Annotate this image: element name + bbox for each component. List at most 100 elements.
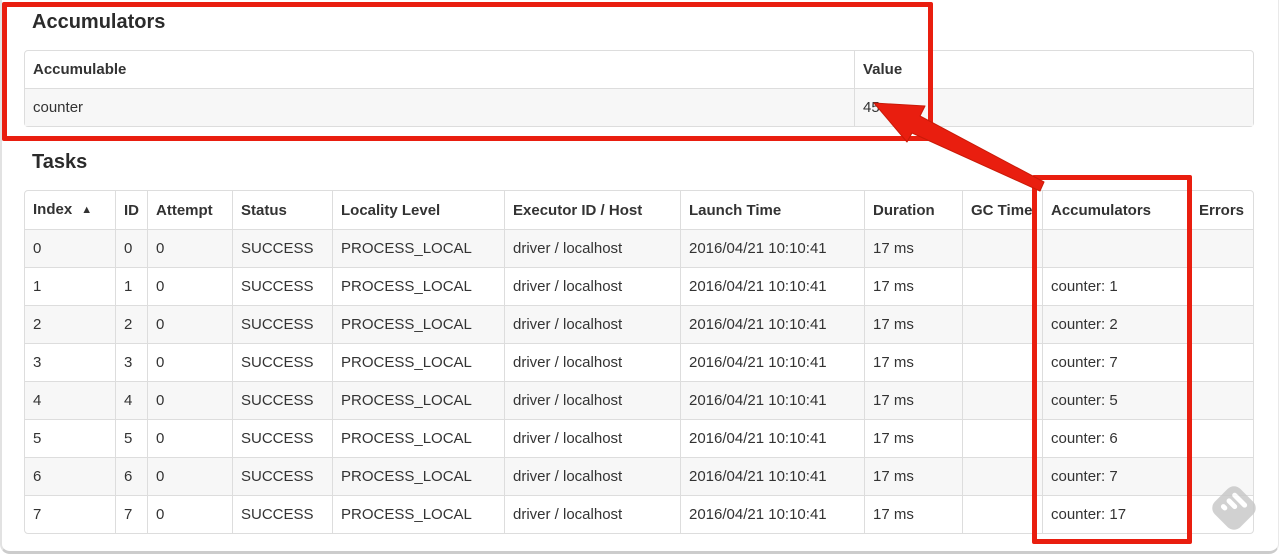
task-cell-gc-time <box>962 343 1042 381</box>
tasks-heading: Tasks <box>32 151 88 173</box>
task-cell-index: 4 <box>25 381 115 419</box>
accumulators-table: Accumulable Value counter 45 <box>24 50 1254 127</box>
task-cell-locality-level: PROCESS_LOCAL <box>332 419 504 457</box>
task-cell-executor-id-host: driver / localhost <box>504 267 680 305</box>
task-cell-launch-time: 2016/04/21 10:10:41 <box>680 495 864 533</box>
accumulator-row: counter 45 <box>25 88 1253 126</box>
task-cell-launch-time: 2016/04/21 10:10:41 <box>680 305 864 343</box>
task-cell-accumulators: counter: 2 <box>1042 305 1190 343</box>
task-cell-status: SUCCESS <box>232 419 332 457</box>
col-header-duration[interactable]: Duration <box>864 191 962 229</box>
value-column-header: Value <box>854 51 1253 88</box>
task-cell-attempt: 0 <box>147 267 232 305</box>
task-cell-duration: 17 ms <box>864 305 962 343</box>
task-cell-launch-time: 2016/04/21 10:10:41 <box>680 267 864 305</box>
task-row: 3 3 0 SUCCESS PROCESS_LOCAL driver / localhos… <box>25 343 1253 381</box>
col-header-index-label: Index <box>33 201 73 218</box>
col-header-executor-id-host[interactable]: Executor ID / Host <box>504 191 680 229</box>
col-header-accumulators[interactable]: Accumulators <box>1042 191 1190 229</box>
task-cell-attempt: 0 <box>147 419 232 457</box>
task-cell-accumulators: counter: 1 <box>1042 267 1190 305</box>
task-cell-gc-time <box>962 457 1042 495</box>
task-row: 0 0 0 SUCCESS PROCESS_LOCAL driver / localhos… <box>25 229 1253 267</box>
task-cell-duration: 17 ms <box>864 229 962 267</box>
task-cell-id: 1 <box>115 267 147 305</box>
col-header-gc-time[interactable]: GC Time <box>962 191 1042 229</box>
task-row: 4 4 0 SUCCESS PROCESS_LOCAL driver / localhos… <box>25 381 1253 419</box>
task-cell-locality-level: PROCESS_LOCAL <box>332 229 504 267</box>
task-cell-locality-level: PROCESS_LOCAL <box>332 343 504 381</box>
task-cell-index: 2 <box>25 305 115 343</box>
task-cell-attempt: 0 <box>147 495 232 533</box>
task-cell-attempt: 0 <box>147 457 232 495</box>
task-cell-attempt: 0 <box>147 305 232 343</box>
task-row: 1 1 0 SUCCESS PROCESS_LOCAL driver / localhos… <box>25 267 1253 305</box>
task-cell-accumulators: counter: 7 <box>1042 457 1190 495</box>
task-cell-duration: 17 ms <box>864 495 962 533</box>
accumulable-value-cell: 45 <box>854 88 1253 126</box>
task-cell-accumulators <box>1042 229 1190 267</box>
task-cell-id: 0 <box>115 229 147 267</box>
task-cell-status: SUCCESS <box>232 267 332 305</box>
task-cell-errors <box>1190 419 1253 457</box>
accumulators-heading: Accumulators <box>32 11 166 33</box>
task-cell-id: 7 <box>115 495 147 533</box>
task-cell-launch-time: 2016/04/21 10:10:41 <box>680 457 864 495</box>
task-cell-index: 3 <box>25 343 115 381</box>
task-cell-accumulators: counter: 5 <box>1042 381 1190 419</box>
col-header-index[interactable]: Index ▲ <box>25 191 115 229</box>
task-row: 5 5 0 SUCCESS PROCESS_LOCAL driver / localhos… <box>25 419 1253 457</box>
task-cell-duration: 17 ms <box>864 381 962 419</box>
task-cell-gc-time <box>962 419 1042 457</box>
task-cell-status: SUCCESS <box>232 305 332 343</box>
task-cell-index: 1 <box>25 267 115 305</box>
task-cell-status: SUCCESS <box>232 495 332 533</box>
task-cell-accumulators: counter: 7 <box>1042 343 1190 381</box>
task-cell-gc-time <box>962 229 1042 267</box>
col-header-launch-time[interactable]: Launch Time <box>680 191 864 229</box>
tasks-table: Index ▲ ID Attempt Status Locality Level … <box>24 190 1254 534</box>
task-cell-locality-level: PROCESS_LOCAL <box>332 495 504 533</box>
task-cell-id: 6 <box>115 457 147 495</box>
task-cell-gc-time <box>962 381 1042 419</box>
task-cell-duration: 17 ms <box>864 343 962 381</box>
task-cell-executor-id-host: driver / localhost <box>504 343 680 381</box>
task-cell-duration: 17 ms <box>864 267 962 305</box>
tasks-section: Tasks Index ▲ ID Attempt Status Locality … <box>24 150 1254 534</box>
task-cell-locality-level: PROCESS_LOCAL <box>332 305 504 343</box>
task-cell-errors <box>1190 457 1253 495</box>
col-header-id[interactable]: ID <box>115 191 147 229</box>
task-cell-id: 5 <box>115 419 147 457</box>
accumulable-name-cell: counter <box>25 88 854 126</box>
task-cell-gc-time <box>962 495 1042 533</box>
task-cell-status: SUCCESS <box>232 457 332 495</box>
task-cell-id: 2 <box>115 305 147 343</box>
task-cell-status: SUCCESS <box>232 343 332 381</box>
task-cell-gc-time <box>962 267 1042 305</box>
accumulable-column-header: Accumulable <box>33 61 127 78</box>
task-cell-launch-time: 2016/04/21 10:10:41 <box>680 229 864 267</box>
task-cell-executor-id-host: driver / localhost <box>504 229 680 267</box>
task-cell-index: 5 <box>25 419 115 457</box>
task-cell-attempt: 0 <box>147 381 232 419</box>
task-cell-id: 4 <box>115 381 147 419</box>
accumulators-header-row: Accumulable Value <box>25 51 1253 88</box>
col-header-errors[interactable]: Errors <box>1190 191 1253 229</box>
task-cell-attempt: 0 <box>147 343 232 381</box>
task-cell-launch-time: 2016/04/21 10:10:41 <box>680 343 864 381</box>
task-cell-duration: 17 ms <box>864 457 962 495</box>
col-header-locality-level[interactable]: Locality Level <box>332 191 504 229</box>
task-cell-errors <box>1190 305 1253 343</box>
accumulators-section: Accumulators Accumulable Value counter 4… <box>24 10 1254 127</box>
task-cell-gc-time <box>962 305 1042 343</box>
task-cell-errors <box>1190 267 1253 305</box>
tasks-header-row: Index ▲ ID Attempt Status Locality Level … <box>25 191 1253 229</box>
task-cell-attempt: 0 <box>147 229 232 267</box>
col-header-attempt[interactable]: Attempt <box>147 191 232 229</box>
task-cell-status: SUCCESS <box>232 229 332 267</box>
task-cell-errors <box>1190 381 1253 419</box>
task-cell-duration: 17 ms <box>864 419 962 457</box>
task-cell-executor-id-host: driver / localhost <box>504 305 680 343</box>
task-row: 6 6 0 SUCCESS PROCESS_LOCAL driver / localhos… <box>25 457 1253 495</box>
col-header-status[interactable]: Status <box>232 191 332 229</box>
